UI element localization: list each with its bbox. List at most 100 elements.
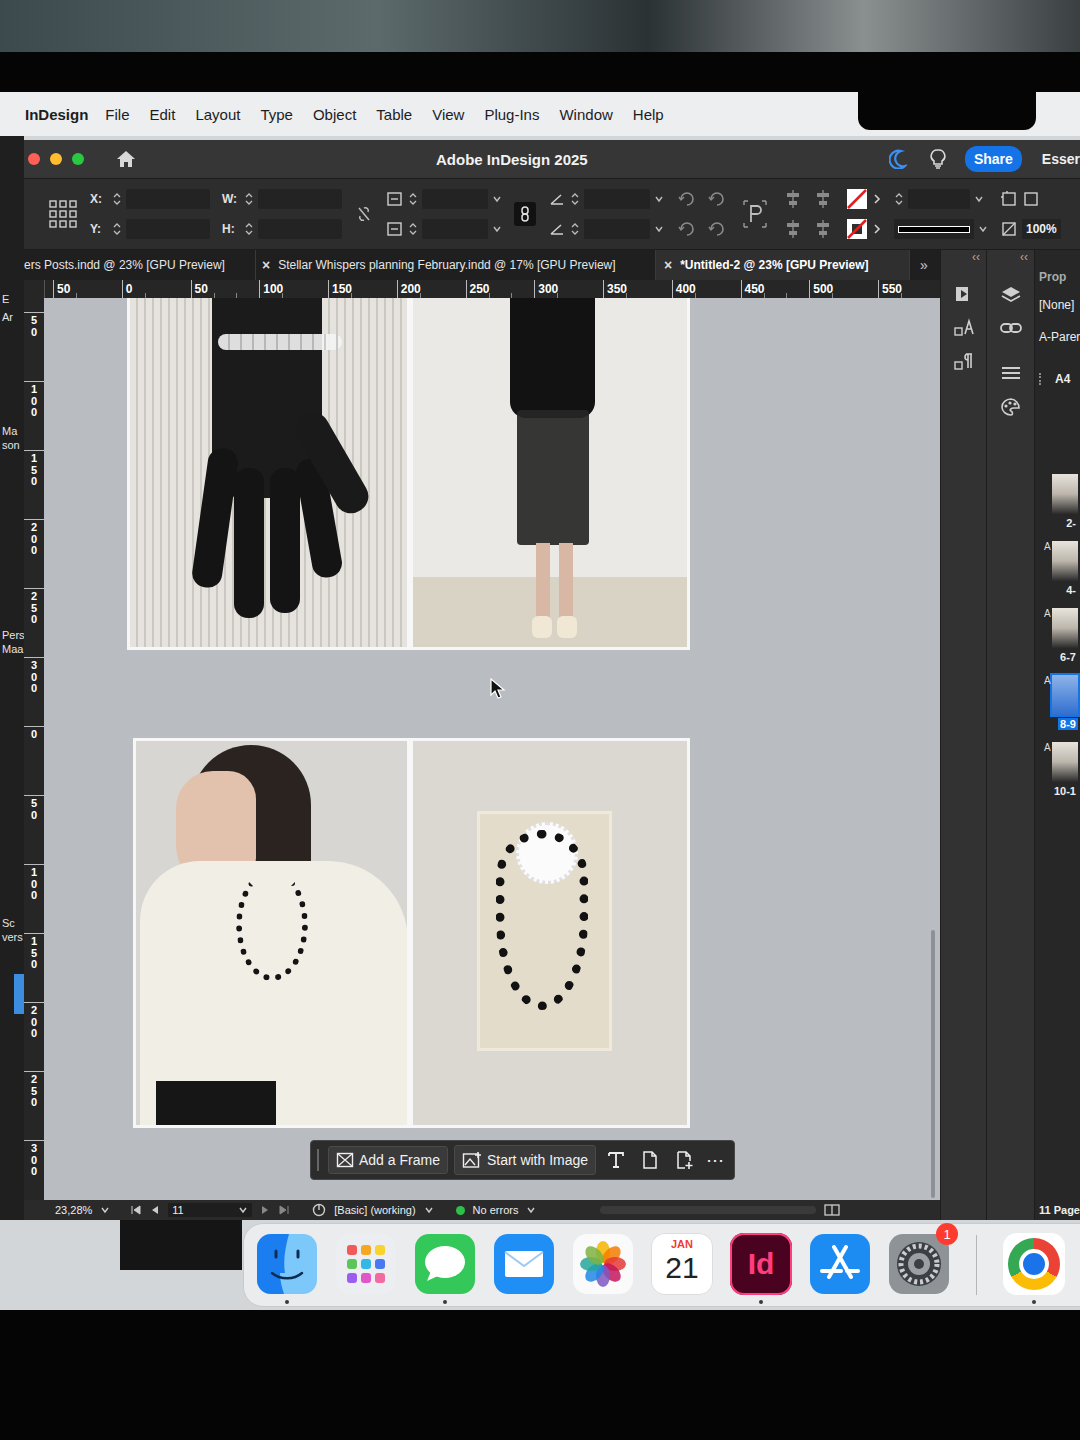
close-button[interactable] xyxy=(28,153,40,165)
paragraph-styles-icon[interactable] xyxy=(953,350,975,372)
preflight-profile[interactable]: [Basic] (working) xyxy=(334,1204,415,1216)
photo-frame[interactable] xyxy=(127,298,410,650)
page-size[interactable]: A4 xyxy=(1055,372,1070,386)
fill-swatch[interactable] xyxy=(846,188,868,210)
chevron-right-icon[interactable] xyxy=(872,223,882,235)
position-field[interactable] xyxy=(126,219,210,239)
document-tab[interactable]: ers Posts.indd @ 23% [GPU Preview] xyxy=(24,250,256,280)
chevron-down-icon[interactable] xyxy=(492,224,502,234)
stroke-swatch[interactable] xyxy=(846,218,868,240)
photo-frame[interactable] xyxy=(410,738,690,1128)
align-icon[interactable] xyxy=(782,188,804,210)
color-panel-icon[interactable] xyxy=(999,396,1023,418)
opacity-field[interactable]: 100% xyxy=(1022,219,1061,239)
spinner-icon[interactable] xyxy=(570,221,580,237)
chevron-down-icon[interactable] xyxy=(424,1205,434,1215)
menu-item[interactable]: Type xyxy=(260,106,293,123)
first-page-icon[interactable] xyxy=(130,1205,142,1215)
photo-frame[interactable] xyxy=(133,738,410,1128)
more-button[interactable]: ⋯ xyxy=(704,1149,726,1171)
zoom-level[interactable]: 23,28% xyxy=(55,1204,92,1216)
menu-item[interactable]: File xyxy=(105,106,129,123)
dock-item[interactable]: 1 xyxy=(888,1233,950,1304)
align-icon[interactable] xyxy=(812,218,834,240)
menu-item[interactable]: Object xyxy=(313,106,356,123)
scale-field[interactable] xyxy=(422,189,488,209)
tab-close-button[interactable]: × xyxy=(262,257,270,273)
menu-item[interactable]: Edit xyxy=(150,106,176,123)
stroke-weight-field[interactable] xyxy=(908,189,970,209)
frame-box-icon[interactable] xyxy=(1022,190,1040,208)
stroke-panel-icon[interactable] xyxy=(1000,364,1022,384)
frame-fit-icon[interactable] xyxy=(1000,190,1018,208)
type-tool-icon[interactable] xyxy=(606,1150,626,1170)
grip-handle[interactable] xyxy=(317,1149,322,1171)
angle-field[interactable] xyxy=(584,219,650,239)
dock-item[interactable]: JAN21 xyxy=(651,1233,713,1304)
chevron-down-icon[interactable] xyxy=(526,1205,536,1215)
preflight-status[interactable]: No errors xyxy=(473,1204,519,1216)
chevron-down-icon[interactable] xyxy=(978,224,988,234)
home-icon[interactable] xyxy=(116,150,136,168)
chevron-down-icon[interactable] xyxy=(974,194,984,204)
align-icon[interactable] xyxy=(782,218,804,240)
start-with-image-button[interactable]: Start with Image xyxy=(454,1145,596,1175)
pages-panel-icon[interactable] xyxy=(953,284,975,304)
dock-item[interactable] xyxy=(414,1233,476,1304)
preflight-menu-icon[interactable] xyxy=(312,1203,326,1217)
chevron-right-icon[interactable] xyxy=(872,193,882,205)
page-thumbnail[interactable]: 2- xyxy=(1039,472,1080,531)
rotate-icon[interactable] xyxy=(676,188,698,210)
spinner-icon[interactable] xyxy=(112,221,122,237)
scale-field[interactable] xyxy=(422,219,488,239)
add-page-icon[interactable] xyxy=(674,1150,694,1170)
menu-item[interactable]: Layout xyxy=(195,106,240,123)
chevron-down-icon[interactable] xyxy=(654,194,664,204)
dock-item[interactable] xyxy=(809,1233,871,1304)
tab-close-button[interactable]: × xyxy=(664,257,672,273)
moon-icon[interactable] xyxy=(889,149,907,169)
page-thumbnail[interactable]: A10-1 xyxy=(1039,740,1080,799)
page-field[interactable]: 11 xyxy=(168,1203,252,1217)
link-toggle[interactable] xyxy=(514,202,536,226)
rotate-icon[interactable] xyxy=(706,218,728,240)
position-field[interactable] xyxy=(126,189,210,209)
ruler-origin[interactable] xyxy=(24,280,45,298)
angle-field[interactable] xyxy=(584,189,650,209)
split-view-icon[interactable] xyxy=(824,1204,840,1216)
rotate-icon[interactable] xyxy=(676,218,698,240)
size-field[interactable] xyxy=(258,219,342,239)
menu-app-name[interactable]: InDesign xyxy=(25,106,88,123)
spinner-icon[interactable] xyxy=(244,221,254,237)
menu-item[interactable]: Plug-Ins xyxy=(484,106,539,123)
next-page-icon[interactable] xyxy=(260,1205,270,1215)
object-style[interactable]: [None] xyxy=(1039,298,1080,312)
vertical-scrollbar[interactable] xyxy=(926,298,940,1200)
opacity-icon[interactable] xyxy=(1000,220,1018,238)
size-field[interactable] xyxy=(258,189,342,209)
constrain-icon[interactable] xyxy=(354,204,374,224)
collapse-panels-button[interactable]: ‹‹ xyxy=(972,250,986,264)
spinner-icon[interactable] xyxy=(112,191,122,207)
pasteboard[interactable]: Add a FrameStart with Image⋯ xyxy=(44,298,926,1200)
character-styles-icon[interactable] xyxy=(953,316,975,338)
vertical-ruler[interactable]: 50100150200250300050100150200250300 xyxy=(24,298,44,1200)
horizontal-scrollbar[interactable] xyxy=(600,1206,816,1214)
spinner-icon[interactable] xyxy=(408,221,418,237)
zoom-button[interactable] xyxy=(72,153,84,165)
dock-item[interactable] xyxy=(493,1233,555,1304)
spinner-icon[interactable] xyxy=(570,191,580,207)
page-thumbnail[interactable]: A6-7 xyxy=(1039,606,1080,665)
dock-item[interactable]: Id xyxy=(730,1233,792,1304)
text-wrap-icon[interactable] xyxy=(740,197,770,231)
align-icon[interactable] xyxy=(812,188,834,210)
document-icon[interactable] xyxy=(640,1150,660,1170)
chevron-down-icon[interactable] xyxy=(654,224,664,234)
menu-item[interactable]: Table xyxy=(376,106,412,123)
dock-item[interactable] xyxy=(256,1233,318,1304)
last-page-icon[interactable] xyxy=(278,1205,290,1215)
spinner-icon[interactable] xyxy=(894,191,904,207)
document-tab[interactable]: ×*Untitled-2 @ 23% [GPU Preview] xyxy=(656,250,910,280)
dock-item[interactable] xyxy=(335,1233,397,1304)
lightbulb-icon[interactable] xyxy=(929,148,947,170)
